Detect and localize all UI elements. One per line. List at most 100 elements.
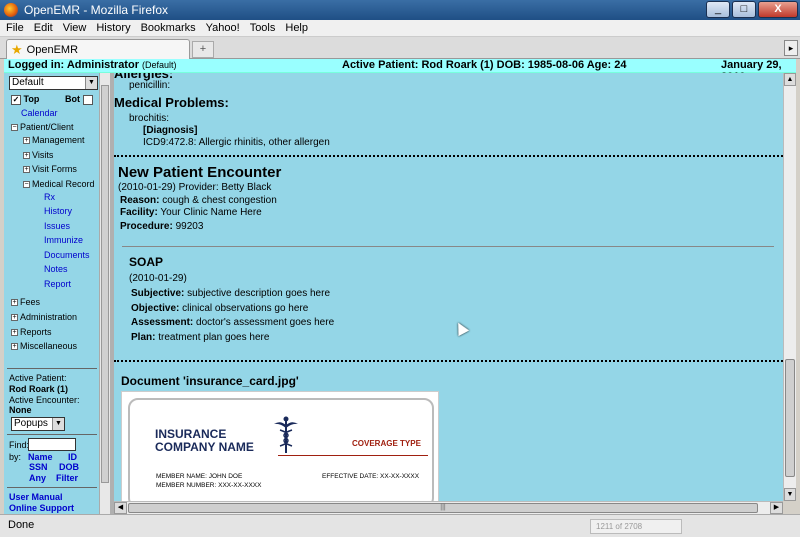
nav-rx[interactable]: Rx	[44, 192, 55, 202]
nav-medical-record[interactable]: − Medical Record	[23, 179, 95, 189]
maximize-button[interactable]: □	[732, 1, 756, 18]
nav-issues[interactable]: Issues	[44, 221, 70, 231]
bot-checkbox[interactable]	[82, 94, 93, 105]
card-member-name: MEMBER NAME: JOHN DOE	[156, 473, 243, 480]
nav-scrollbar-thumb[interactable]	[101, 85, 109, 483]
nav-history[interactable]: History	[44, 206, 72, 216]
bot-checkbox-row: Bot	[65, 94, 93, 105]
tab-bar: ★ OpenEMR + ▸	[0, 37, 800, 59]
expand-icon: +	[11, 314, 18, 322]
document-heading: Document 'insurance_card.jpg'	[121, 374, 299, 388]
emr-header: Logged in: Administrator (Default) Activ…	[4, 59, 796, 83]
nav-reports[interactable]: + Reports	[11, 327, 52, 337]
card-coverage-type: COVERAGE TYPE	[352, 439, 421, 448]
view-select[interactable]: Default ▼	[9, 76, 98, 90]
menu-file[interactable]: File	[6, 22, 24, 34]
nav-documents[interactable]: Documents	[44, 250, 90, 260]
find-filter[interactable]: Filter	[56, 473, 78, 483]
nav-management[interactable]: + Management	[23, 135, 85, 145]
section-divider	[114, 155, 783, 157]
online-support-link[interactable]: Online Support	[9, 503, 74, 513]
active-patient-label: Active Patient:	[9, 373, 67, 383]
main-horizontal-scrollbar[interactable]: ◀ ||| ▶	[114, 501, 783, 514]
plan-row: Plan: treatment plan goes here	[131, 332, 270, 343]
menu-bookmarks[interactable]: Bookmarks	[141, 22, 196, 34]
collapse-icon: −	[11, 124, 18, 132]
vertical-scrollbar-thumb[interactable]	[785, 359, 795, 477]
active-patient-name: Rod Roark (1)	[9, 384, 69, 394]
nav-report[interactable]: Report	[44, 279, 71, 289]
scroll-left-icon[interactable]: ◀	[114, 502, 127, 514]
nav-patient-client[interactable]: − Patient/Client	[11, 122, 74, 132]
logged-in-group: (Default)	[142, 60, 177, 70]
soap-date: (2010-01-29)	[129, 273, 187, 284]
top-label: Top	[23, 94, 40, 104]
expand-icon: +	[23, 137, 30, 145]
menu-history[interactable]: History	[96, 22, 130, 34]
caduceus-icon	[274, 416, 298, 453]
nav-visit-forms[interactable]: + Visit Forms	[23, 164, 77, 174]
main-vertical-scrollbar[interactable]: ▲ ▼	[783, 73, 796, 501]
menubar: File Edit View History Bookmarks Yahoo! …	[0, 20, 800, 37]
minimize-button[interactable]: _	[706, 1, 730, 18]
user-manual-link[interactable]: User Manual	[9, 492, 63, 502]
subjective-row: Subjective: subjective description goes …	[131, 288, 331, 299]
nav-administration[interactable]: + Administration	[11, 312, 77, 322]
find-by-ssn[interactable]: SSN	[29, 462, 48, 472]
encounter-heading: New Patient Encounter	[118, 164, 282, 181]
top-checkbox[interactable]: ✓	[11, 94, 21, 105]
firefox-icon	[4, 3, 18, 17]
card-coverage-line	[278, 455, 428, 456]
scroll-up-icon[interactable]: ▲	[784, 73, 796, 86]
tab-list-icon[interactable]: ▸	[784, 40, 798, 56]
active-patient-header: Active Patient: Rod Roark (1) DOB: 1985-…	[342, 59, 627, 71]
left-nav: Default ▼ ✓ Top Bot Calendar − Patient/Cl…	[4, 73, 110, 514]
window-title: OpenEMR - Mozilla Firefox	[24, 3, 169, 17]
assessment-row: Assessment: doctor's assessment goes her…	[131, 317, 335, 328]
horizontal-scrollbar-thumb[interactable]: |||	[128, 503, 758, 513]
nav-visits[interactable]: + Visits	[23, 150, 53, 160]
diagnosis-label: [Diagnosis]	[143, 125, 198, 136]
chevron-down-icon: ▼	[85, 77, 97, 89]
medical-problems-heading: Medical Problems:	[114, 95, 229, 110]
menu-help[interactable]: Help	[285, 22, 308, 34]
new-tab-button[interactable]: +	[192, 41, 214, 58]
menu-view[interactable]: View	[63, 22, 87, 34]
window-titlebar: OpenEMR - Mozilla Firefox _ □ X	[0, 0, 800, 20]
close-button[interactable]: X	[758, 1, 798, 18]
star-icon: ★	[11, 41, 23, 57]
find-input[interactable]	[28, 438, 76, 451]
expand-icon: +	[23, 166, 30, 174]
nav-notes[interactable]: Notes	[44, 264, 68, 274]
active-encounter-label: Active Encounter:	[9, 395, 80, 405]
card-company-line2: COMPANY NAME	[155, 440, 254, 454]
menu-edit[interactable]: Edit	[34, 22, 53, 34]
nav-miscellaneous[interactable]: + Miscellaneous	[11, 341, 77, 351]
scroll-down-icon[interactable]: ▼	[784, 488, 796, 501]
find-by-name[interactable]: Name	[28, 452, 53, 462]
popups-select[interactable]: Popups ▼	[11, 417, 65, 431]
page-counter: 1211 of 2708	[590, 519, 682, 534]
section-divider	[114, 360, 783, 362]
menu-yahoo[interactable]: Yahoo!	[206, 22, 240, 34]
reason-row: Reason: cough & chest congestion	[120, 195, 277, 206]
nav-fees[interactable]: + Fees	[11, 297, 40, 307]
tab-openemr[interactable]: ★ OpenEMR	[6, 39, 190, 59]
logged-in-label: Logged in: Administrator (Default)	[8, 59, 177, 71]
insurance-card: INSURANCE COMPANY NAME COVERAGE TYPE MEM…	[128, 398, 434, 501]
nav-immunize[interactable]: Immunize	[44, 235, 83, 245]
card-member-number: MEMBER NUMBER: XXX-XX-XXXX	[156, 482, 262, 489]
find-label: Find:	[9, 440, 30, 450]
find-by-id[interactable]: ID	[68, 452, 77, 462]
scroll-right-icon[interactable]: ▶	[770, 502, 783, 514]
problem-item: brochitis:	[129, 113, 170, 124]
tab-label: OpenEMR	[26, 43, 79, 56]
find-by-any[interactable]: Any	[29, 473, 46, 483]
bot-label: Bot	[65, 94, 80, 104]
status-bar: Done 1211 of 2708	[0, 514, 800, 537]
menu-tools[interactable]: Tools	[250, 22, 276, 34]
nav-scrollbar[interactable]	[99, 73, 110, 514]
by-label: by:	[9, 452, 22, 462]
find-by-dob[interactable]: DOB	[59, 462, 79, 472]
nav-calendar[interactable]: Calendar	[21, 108, 58, 118]
